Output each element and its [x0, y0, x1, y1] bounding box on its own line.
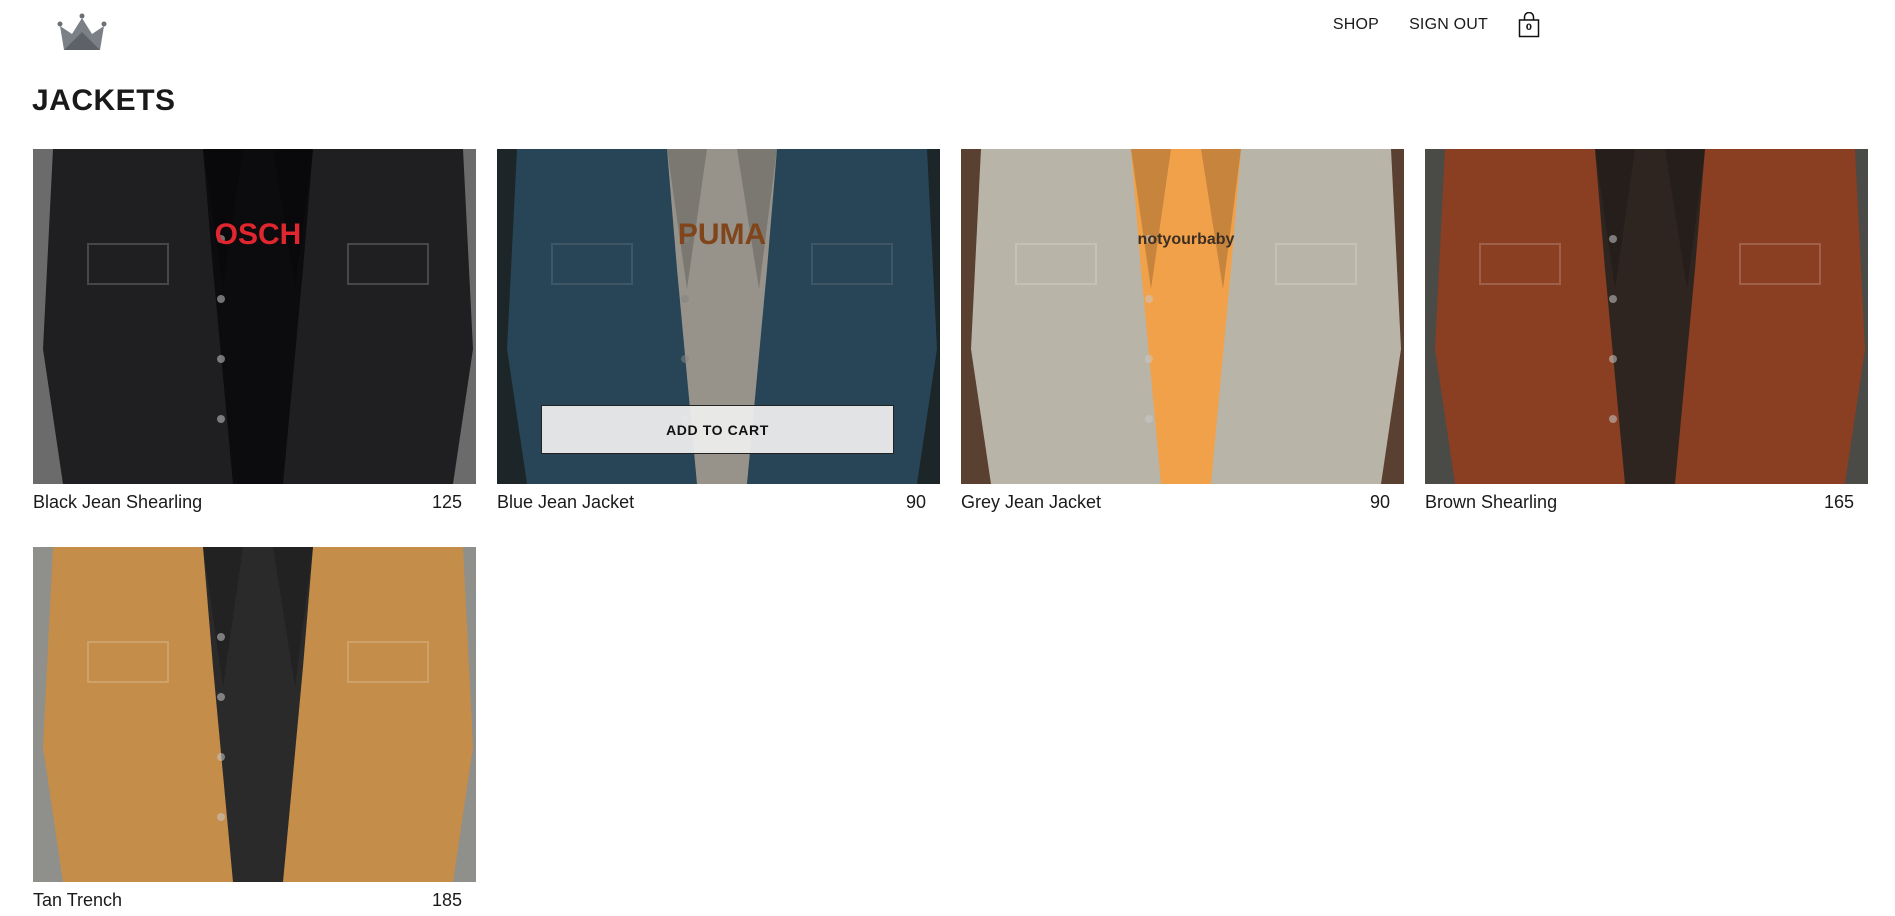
product-card[interactable]: OSCH Black Jean Shearling 125 [33, 149, 476, 513]
nav-sign-out-link[interactable]: SIGN OUT [1409, 16, 1488, 34]
product-name: Tan Trench [33, 890, 123, 910]
product-image[interactable]: OSCH [33, 149, 476, 484]
product-card[interactable]: PUMA ADD TO CART Blue Jean Jacket 90 [497, 149, 940, 513]
product-price: 90 [1369, 492, 1390, 512]
product-price: 125 [431, 492, 462, 512]
product-name: Black Jean Shearling [33, 492, 203, 512]
nav-shop-link[interactable]: SHOP [1333, 16, 1379, 34]
product-footer: Black Jean Shearling 125 [33, 492, 476, 513]
page-title: JACKETS [32, 84, 176, 117]
product-footer: Blue Jean Jacket 90 [497, 492, 940, 513]
main-nav: SHOP SIGN OUT 0 [1333, 11, 1540, 38]
product-price: 165 [1823, 492, 1854, 512]
crown-icon[interactable] [56, 12, 108, 52]
cart-count: 0 [1525, 23, 1533, 33]
site-header: SHOP SIGN OUT 0 [0, 0, 1895, 56]
product-footer: Tan Trench 185 [33, 890, 476, 911]
product-image[interactable]: notyourbaby [961, 149, 1404, 484]
add-to-cart-button[interactable]: ADD TO CART [541, 405, 894, 454]
product-name: Grey Jean Jacket [961, 492, 1102, 512]
product-image[interactable]: PUMA ADD TO CART [497, 149, 940, 484]
shirt-print-text: notyourbaby [1138, 231, 1235, 248]
product-footer: Brown Shearling 165 [1425, 492, 1868, 513]
shirt-print-text: OSCH [215, 218, 302, 251]
shirt-print-text: PUMA [678, 218, 766, 251]
product-card[interactable]: notyourbaby Grey Jean Jacket 90 [961, 149, 1404, 513]
product-card[interactable]: Brown Shearling 165 [1425, 149, 1868, 513]
product-price: 185 [431, 890, 462, 910]
product-footer: Grey Jean Jacket 90 [961, 492, 1404, 513]
product-grid: OSCH Black Jean Shearling 125 PUMA ADD TO CA… [33, 149, 1871, 911]
cart-button[interactable]: 0 [1518, 11, 1540, 38]
product-card[interactable]: Tan Trench 185 [33, 547, 476, 911]
product-name: Brown Shearling [1425, 492, 1558, 512]
product-price: 90 [905, 492, 926, 512]
product-image[interactable] [33, 547, 476, 882]
product-image[interactable] [1425, 149, 1868, 484]
product-name: Blue Jean Jacket [497, 492, 635, 512]
